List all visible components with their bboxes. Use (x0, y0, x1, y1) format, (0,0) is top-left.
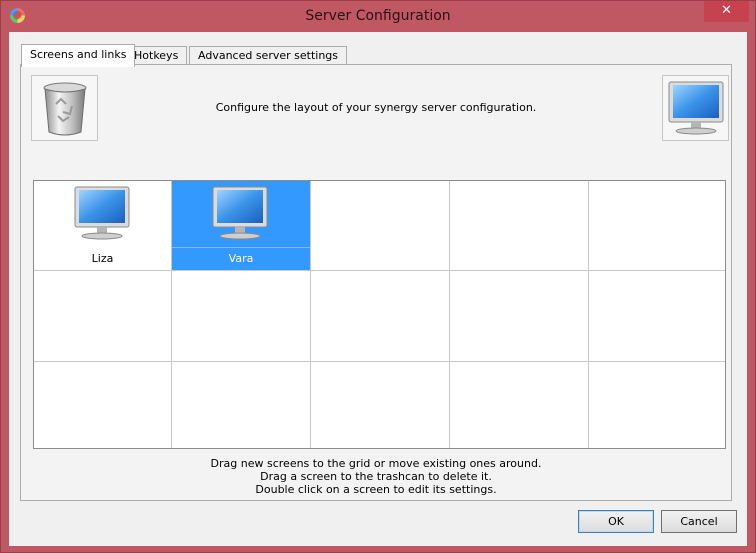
screen-name-label: Liza (91, 252, 114, 265)
screen-layout-grid[interactable]: Liza Vara (33, 180, 726, 449)
close-button[interactable]: ✕ (704, 1, 749, 22)
ok-button[interactable]: OK (578, 510, 654, 533)
grid-cell[interactable] (34, 271, 172, 362)
grid-cell[interactable] (589, 181, 725, 271)
panel-header-text: Configure the layout of your synergy ser… (215, 101, 537, 114)
grid-cell[interactable] (311, 181, 450, 271)
grid-cell[interactable] (450, 362, 589, 448)
grid-cell[interactable] (172, 362, 311, 448)
hint-drag-trash: Drag a screen to the trashcan to delete … (260, 470, 492, 483)
hint-double-click: Double click on a screen to edit its set… (255, 483, 497, 496)
new-screen-drag-source[interactable] (662, 75, 729, 141)
title-bar[interactable]: Server Configuration ✕ (1, 1, 755, 32)
tab-screens-and-links[interactable]: Screens and links (21, 44, 136, 67)
grid-cell[interactable] (450, 181, 589, 271)
trashcan-drop-target[interactable] (31, 75, 98, 141)
grid-cell[interactable] (311, 271, 450, 362)
hint-drag-new: Drag new screens to the grid or move exi… (210, 457, 542, 470)
grid-cell[interactable] (589, 362, 725, 448)
monitor-icon (74, 186, 130, 240)
screens-and-links-panel: Configure the layout of your synergy ser… (20, 64, 732, 501)
monitor-icon (212, 186, 268, 240)
trashcan-icon (43, 82, 87, 136)
grid-cell[interactable] (34, 362, 172, 448)
grid-cell[interactable] (450, 271, 589, 362)
cancel-button[interactable]: Cancel (661, 510, 737, 533)
screen-name-label: Vara (172, 247, 310, 270)
screen-cell-liza[interactable]: Liza (34, 181, 172, 271)
screen-cell-vara[interactable]: Vara (172, 181, 311, 271)
grid-cell[interactable] (589, 271, 725, 362)
dialog-client-area: Screens and links Hotkeys Advanced serve… (9, 32, 747, 546)
tab-advanced-server-settings[interactable]: Advanced server settings (189, 46, 348, 65)
grid-cell[interactable] (311, 362, 450, 448)
monitor-icon (668, 81, 724, 135)
window-title: Server Configuration (305, 8, 451, 24)
server-configuration-window: Server Configuration ✕ Screens and links… (0, 0, 756, 553)
grid-cell[interactable] (172, 271, 311, 362)
